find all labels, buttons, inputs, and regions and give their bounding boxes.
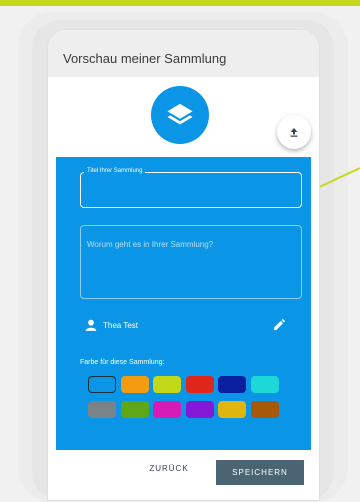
color-swatch[interactable] [218, 376, 246, 393]
description-placeholder: Worum geht es in Ihrer Sammlung? [87, 240, 214, 249]
collection-logo [151, 86, 209, 144]
page-title: Vorschau meiner Sammlung [63, 51, 227, 66]
upload-icon [290, 128, 298, 137]
owner-name: Thea Test [103, 321, 138, 330]
upload-button[interactable] [277, 115, 311, 149]
color-swatch[interactable] [88, 401, 116, 418]
color-swatch[interactable] [185, 376, 214, 393]
layers-icon [167, 103, 193, 125]
person-icon [85, 319, 97, 331]
color-swatch[interactable] [185, 401, 214, 418]
title-input[interactable] [80, 172, 302, 208]
app-bar: Vorschau meiner Sammlung [48, 30, 319, 77]
save-button[interactable]: SPEICHERN [216, 460, 304, 485]
description-input[interactable] [80, 225, 302, 299]
color-swatch[interactable] [250, 401, 279, 418]
color-swatch[interactable] [120, 401, 149, 418]
color-swatch[interactable] [88, 376, 116, 393]
back-button[interactable]: ZURÜCK [144, 464, 194, 480]
color-swatch[interactable] [153, 401, 181, 418]
color-swatch[interactable] [250, 376, 279, 393]
color-section-label: Farbe für diese Sammlung: [80, 359, 165, 366]
title-input-label: Titel Ihrer Sammlung [84, 166, 146, 176]
color-swatch[interactable] [218, 401, 246, 418]
pencil-icon[interactable] [272, 318, 286, 332]
color-swatch[interactable] [120, 376, 149, 393]
color-swatch[interactable] [153, 376, 181, 393]
